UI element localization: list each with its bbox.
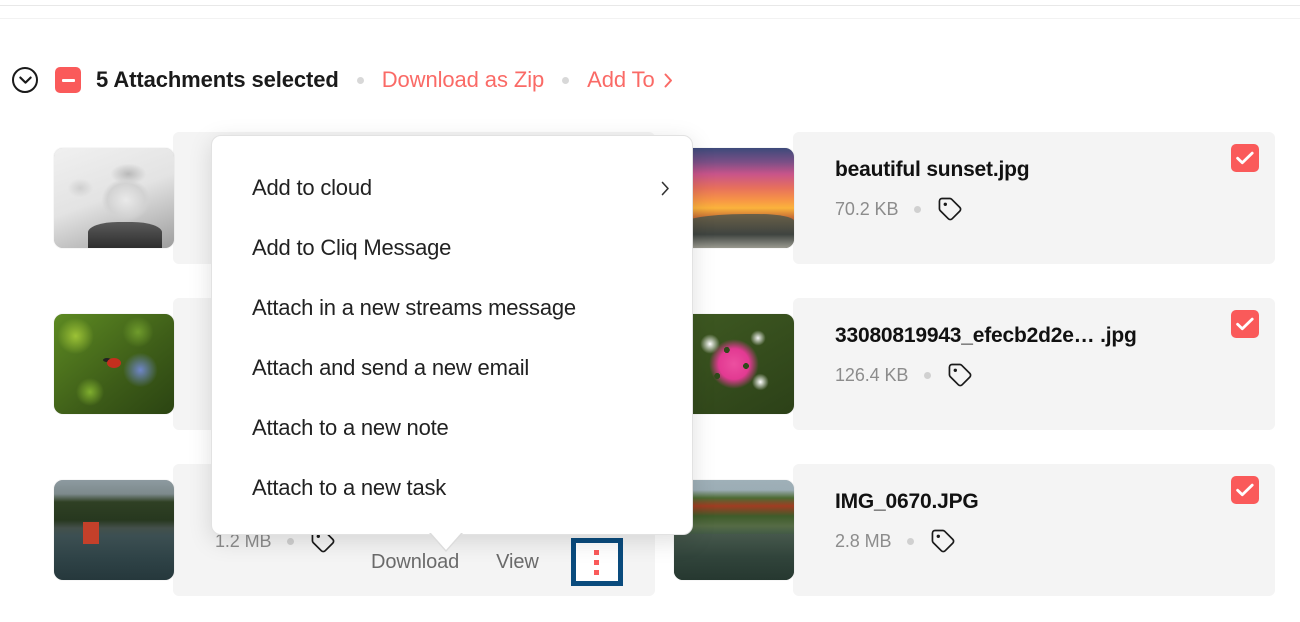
attachment-thumbnail[interactable] (54, 148, 174, 248)
download-as-zip-button[interactable]: Download as Zip (382, 67, 544, 93)
check-icon (1236, 483, 1254, 497)
attachment-browser-screen: 5 Attachments selected Download as Zip A… (0, 0, 1300, 622)
tag-icon[interactable] (930, 528, 956, 554)
chevron-right-icon (661, 181, 670, 196)
menu-pointer-tail (212, 533, 694, 551)
attachment-name: IMG_0670.JPG (835, 490, 1215, 514)
chevron-down-circle-icon[interactable] (12, 67, 38, 93)
attachment-select-checkbox[interactable] (1231, 144, 1259, 172)
top-divider-primary (0, 5, 1300, 6)
menu-item-label: Add to Cliq Message (252, 235, 451, 261)
attachment-card[interactable]: 33080819943_efecb2d2e… .jpg 126.4 KB (793, 298, 1275, 430)
add-to-button[interactable]: Add To (587, 67, 673, 93)
download-button[interactable]: Download (371, 551, 459, 574)
spider-macro-thumbnail (54, 314, 174, 414)
attachment-size: 126.4 KB (835, 365, 908, 386)
menu-item-attach-to-new-note[interactable]: Attach to a new note (212, 398, 692, 458)
selection-toolbar: 5 Attachments selected Download as Zip A… (12, 60, 673, 100)
attachment-select-checkbox[interactable] (1231, 310, 1259, 338)
check-icon (1236, 317, 1254, 331)
attachment-meta: 70.2 KB (835, 196, 1215, 222)
view-button[interactable]: View (496, 551, 539, 574)
menu-item-attach-in-new-streams-message[interactable]: Attach in a new streams message (212, 278, 692, 338)
attachment-info: 33080819943_efecb2d2e… .jpg 126.4 KB (835, 324, 1215, 388)
baby-portrait-bw-thumbnail (54, 148, 174, 248)
add-to-label: Add To (587, 67, 655, 93)
separator-dot (907, 538, 914, 545)
kebab-menu-icon (594, 560, 599, 565)
menu-tail-fill (431, 533, 461, 550)
attachment-meta: 2.8 MB (835, 528, 1215, 554)
menu-item-attach-and-send-new-email[interactable]: Attach and send a new email (212, 338, 692, 398)
attachment-thumbnail[interactable] (54, 480, 174, 580)
attachment-info: IMG_0670.JPG 2.8 MB (835, 490, 1215, 554)
menu-item-label: Attach to a new task (252, 475, 446, 501)
separator-dot (562, 77, 569, 84)
attachment-context-menu: Add to cloud Add to Cliq Message Attach … (211, 135, 693, 535)
tag-icon[interactable] (937, 196, 963, 222)
attachment-name: 33080819943_efecb2d2e… .jpg (835, 324, 1215, 348)
attachment-meta: 126.4 KB (835, 362, 1215, 388)
attachment-size: 70.2 KB (835, 199, 898, 220)
selection-count-label: 5 Attachments selected (96, 67, 339, 93)
menu-item-label: Attach and send a new email (252, 355, 529, 381)
menu-item-label: Attach to a new note (252, 415, 449, 441)
tag-icon[interactable] (947, 362, 973, 388)
minus-checkbox-icon (62, 79, 75, 82)
separator-dot (924, 372, 931, 379)
attachment-card[interactable]: IMG_0670.JPG 2.8 MB (793, 464, 1275, 596)
menu-item-attach-to-new-task[interactable]: Attach to a new task (212, 458, 692, 518)
menu-item-add-to-cloud[interactable]: Add to cloud (212, 158, 692, 218)
separator-dot (357, 77, 364, 84)
attachment-info: beautiful sunset.jpg 70.2 KB (835, 158, 1215, 222)
attachment-select-checkbox[interactable] (1231, 476, 1259, 504)
separator-dot (914, 206, 921, 213)
attachment-name: beautiful sunset.jpg (835, 158, 1215, 182)
lake-torii-thumbnail (54, 480, 174, 580)
attachment-thumbnail[interactable] (54, 314, 174, 414)
menu-item-label: Attach in a new streams message (252, 295, 576, 321)
attachment-card[interactable]: beautiful sunset.jpg 70.2 KB (793, 132, 1275, 264)
menu-item-add-to-cliq-message[interactable]: Add to Cliq Message (212, 218, 692, 278)
chevron-right-icon (664, 73, 673, 88)
attachment-size: 2.8 MB (835, 531, 891, 552)
kebab-menu-icon (594, 570, 599, 575)
top-divider-secondary (0, 18, 1300, 19)
select-all-checkbox[interactable] (55, 67, 81, 93)
check-icon (1236, 151, 1254, 165)
menu-item-label: Add to cloud (252, 175, 372, 201)
